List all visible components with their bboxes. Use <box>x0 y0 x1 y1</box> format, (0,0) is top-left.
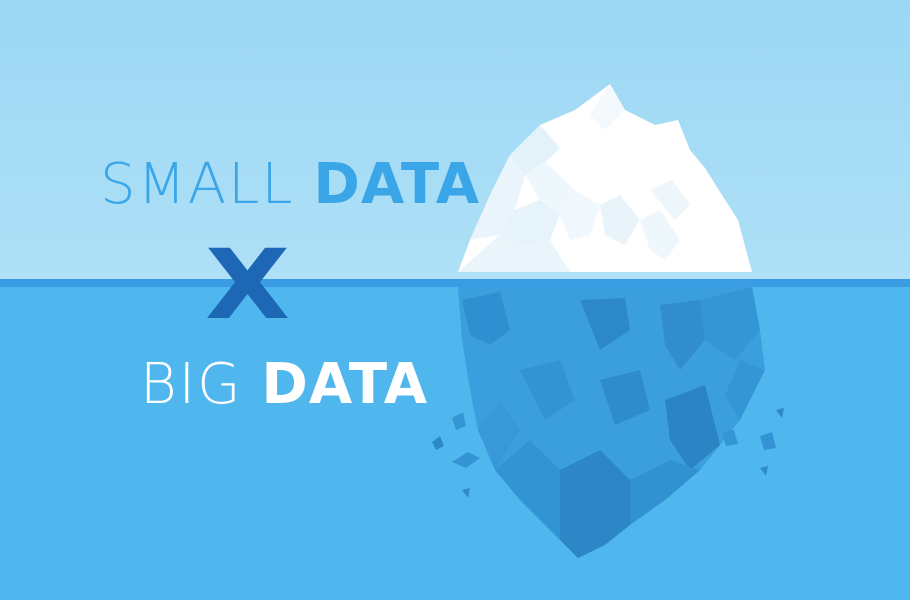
headline-small-word: SMALL <box>100 152 295 217</box>
headline-data-word-top: DATA <box>313 152 481 217</box>
headline-small-data: SMALL DATA <box>100 150 480 220</box>
iceberg-icon <box>432 84 784 558</box>
headline-data-word-bottom: DATA <box>261 352 429 417</box>
headline-big-word: BIG <box>140 352 243 417</box>
headline-big-data: BIG DATA <box>140 350 428 420</box>
headline-x-mark: X <box>205 229 292 341</box>
hero-scene: SMALL DATA X BIG DATA <box>0 0 910 600</box>
